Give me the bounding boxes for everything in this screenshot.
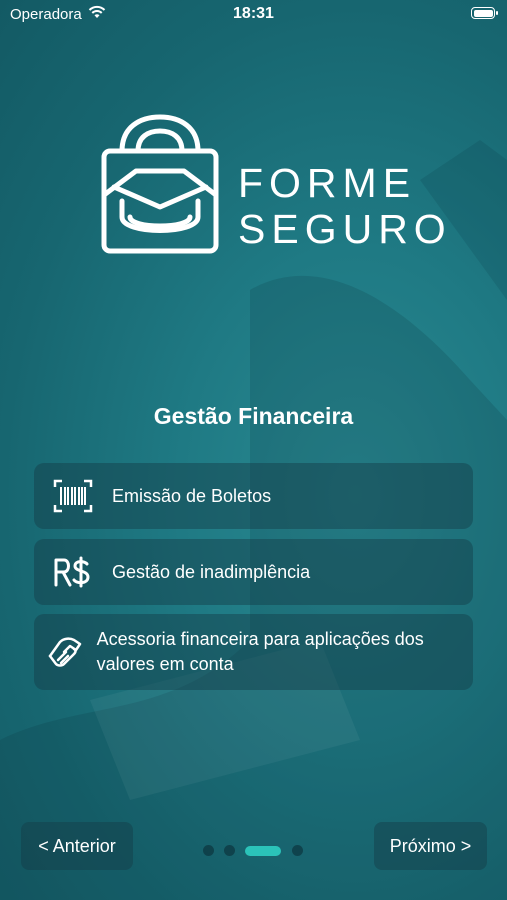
page-dot[interactable] [292,845,303,856]
feature-label: Gestão de inadimplência [112,561,311,582]
feature-card-boletos: Emissão de Boletos [34,463,473,529]
next-button[interactable]: Próximo > [374,822,487,870]
previous-button[interactable]: < Anterior [21,822,133,870]
status-bar: Operadora 18:31 [0,0,507,30]
feature-card-acessoria: Acessoria financeira para aplicações dos… [34,614,473,690]
feature-label: Acessoria financeira para aplicações dos… [96,629,424,674]
barcode-icon [34,478,112,514]
battery-icon [471,7,498,19]
currency-real-icon [34,556,112,588]
feature-label: Emissão de Boletos [112,485,272,506]
brand-line-1: FORME [238,160,417,206]
clock: 18:31 [233,5,274,22]
page-dot[interactable] [224,845,235,856]
brand-line-2: SEGURO [238,206,452,252]
feature-card-inadimplencia: Gestão de inadimplência [34,539,473,605]
background-image [0,140,507,900]
brand-wordmark: FORME SEGURO [238,160,452,252]
lock-logo-icon [101,114,219,254]
page-dot[interactable] [203,845,214,856]
handshake-icon [34,634,97,670]
page-dot-active[interactable] [245,845,281,856]
section-title: Gestão Financeira [153,403,354,429]
